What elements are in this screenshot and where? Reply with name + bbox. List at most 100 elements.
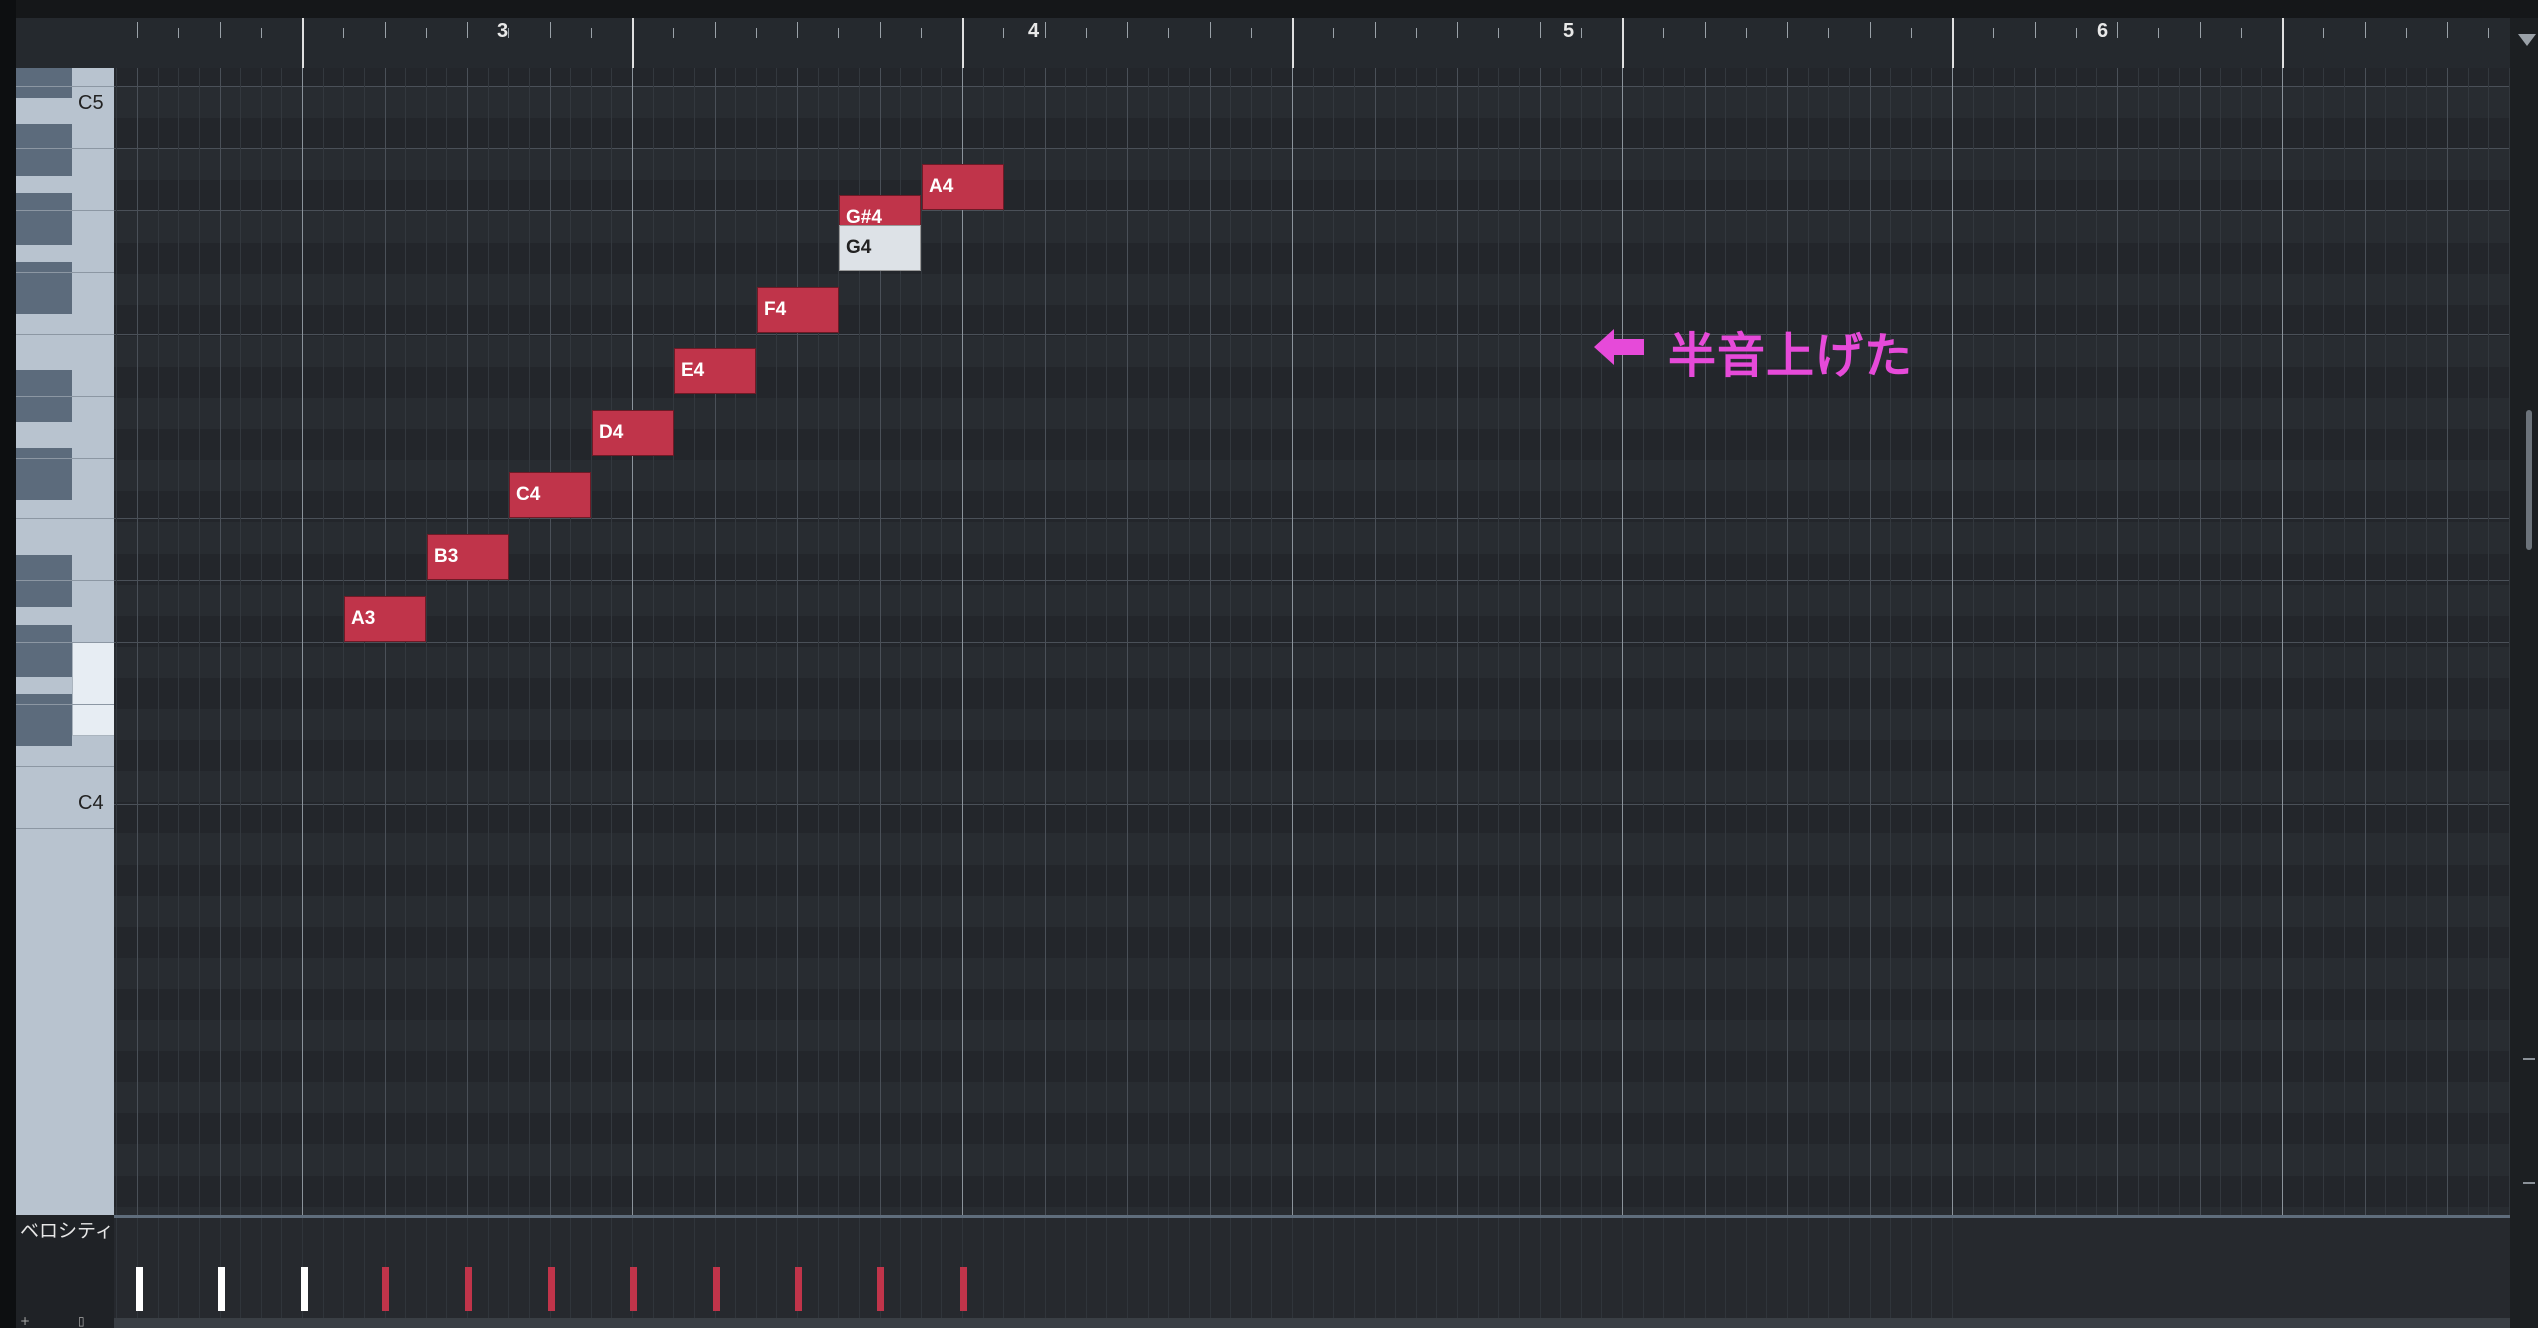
grid-vline (1870, 68, 1871, 1215)
black-key[interactable] (16, 124, 72, 176)
velocity-grid-line (1498, 1218, 1499, 1328)
grid-vline (1663, 68, 1664, 1215)
velocity-bar[interactable] (795, 1267, 802, 1311)
velocity-grid-line (281, 1218, 282, 1328)
grid-vline (1436, 68, 1437, 1215)
velocity-bar[interactable] (960, 1267, 967, 1311)
velocity-grid-line (1478, 1218, 1479, 1328)
grid-vline (2303, 68, 2304, 1215)
velocity-bar[interactable] (713, 1267, 720, 1311)
black-key[interactable] (16, 193, 72, 245)
key-separator (16, 580, 114, 581)
velocity-bar[interactable] (136, 1267, 143, 1311)
velocity-grid-line (1230, 1218, 1231, 1328)
grid-vline (2179, 68, 2180, 1215)
ruler-tick (2406, 28, 2407, 38)
ruler-tick (1168, 28, 1169, 38)
velocity-bar[interactable] (218, 1267, 225, 1311)
grid-vline (1354, 68, 1355, 1215)
velocity-bar[interactable] (630, 1267, 637, 1311)
velocity-grid-line (1148, 1218, 1149, 1328)
note-f4[interactable]: F4 (757, 287, 839, 333)
velocity-grid-line (1663, 1218, 1664, 1328)
note-a3[interactable]: A3 (344, 596, 426, 642)
add-icon[interactable]: + (20, 1314, 34, 1328)
row-stripe (114, 802, 2510, 834)
row-stripe (114, 864, 2510, 896)
grid-vline (446, 68, 447, 1215)
ruler-tick (1540, 22, 1541, 38)
grid-vline (1127, 68, 1128, 1215)
key-separator (16, 828, 114, 829)
row-stripe (114, 678, 2510, 710)
ruler-corner (16, 18, 114, 68)
document-icon[interactable]: ▯ (78, 1314, 92, 1328)
note-grid[interactable]: A3 B3 C4 D4 E4 F4 G#4 G4 A4 (114, 68, 2510, 1215)
velocity-lane-label[interactable]: ベロシティ (20, 1216, 114, 1243)
grid-hline (114, 334, 2510, 335)
piano-keyboard[interactable]: C5 C4 (16, 68, 114, 1215)
black-key[interactable] (16, 68, 72, 98)
grid-vline (199, 68, 200, 1215)
grid-vline (1395, 68, 1396, 1215)
note-d4[interactable]: D4 (592, 410, 674, 456)
grid-vline (1540, 68, 1541, 1215)
grid-hline (114, 518, 2510, 519)
note-a4[interactable]: A4 (922, 164, 1004, 210)
velocity-bar[interactable] (465, 1267, 472, 1311)
velocity-grid-line (1045, 1218, 1046, 1328)
zoom-marker-icon[interactable] (2523, 1182, 2535, 1184)
grid-vline (962, 68, 963, 1215)
grid-vline (2220, 68, 2221, 1215)
grid-vline (2117, 68, 2118, 1215)
velocity-grid-line (1519, 1218, 1520, 1328)
key-separator (16, 86, 114, 87)
grid-vline (2014, 68, 2015, 1215)
horizontal-scrollbar[interactable] (114, 1318, 2510, 1328)
velocity-lane[interactable] (114, 1218, 2510, 1328)
velocity-grid-line (1746, 1218, 1747, 1328)
velocity-bar[interactable] (301, 1267, 308, 1311)
row-stripe (114, 68, 2510, 88)
scroll-menu-icon[interactable] (2518, 34, 2536, 46)
black-key[interactable] (16, 448, 72, 500)
velocity-bar[interactable] (548, 1267, 555, 1311)
velocity-grid-line (1313, 1218, 1314, 1328)
note-g4[interactable]: G4 (839, 225, 921, 271)
grid-vline (2323, 68, 2324, 1215)
velocity-bar[interactable] (877, 1267, 884, 1311)
black-key[interactable] (16, 555, 72, 607)
grid-vline (1993, 68, 1994, 1215)
vertical-scrollbar[interactable] (2510, 18, 2538, 1328)
velocity-grid-line (261, 1218, 262, 1328)
ruler-tick (302, 18, 304, 68)
grid-vline (1271, 68, 1272, 1215)
zoom-marker-icon[interactable] (2523, 1058, 2535, 1060)
grid-vline (1416, 68, 1417, 1215)
grid-vline (488, 68, 489, 1215)
ruler-tick (756, 28, 757, 38)
velocity-grid-line (818, 1218, 819, 1328)
velocity-grid-line (900, 1218, 901, 1328)
scroll-thumb[interactable] (2526, 410, 2532, 550)
ruler-tick (1746, 28, 1747, 38)
velocity-grid-line (178, 1218, 179, 1328)
black-key[interactable] (16, 694, 72, 746)
grid-vline (570, 68, 571, 1215)
black-key[interactable] (16, 625, 72, 677)
timeline-ruler[interactable] (114, 18, 2510, 69)
note-e4[interactable]: E4 (674, 348, 756, 394)
grid-vline (1045, 68, 1046, 1215)
velocity-bar[interactable] (382, 1267, 389, 1311)
velocity-grid-line (1725, 1218, 1726, 1328)
ruler-tick (2282, 18, 2284, 68)
grid-vline (2076, 68, 2077, 1215)
grid-vline (1375, 68, 1376, 1215)
grid-vline (1251, 68, 1252, 1215)
grid-vline (776, 68, 777, 1215)
note-b3[interactable]: B3 (427, 534, 509, 580)
note-c4[interactable]: C4 (509, 472, 591, 518)
ruler-tick (550, 22, 551, 38)
ruler-tick (178, 28, 179, 38)
black-key[interactable] (16, 262, 72, 314)
